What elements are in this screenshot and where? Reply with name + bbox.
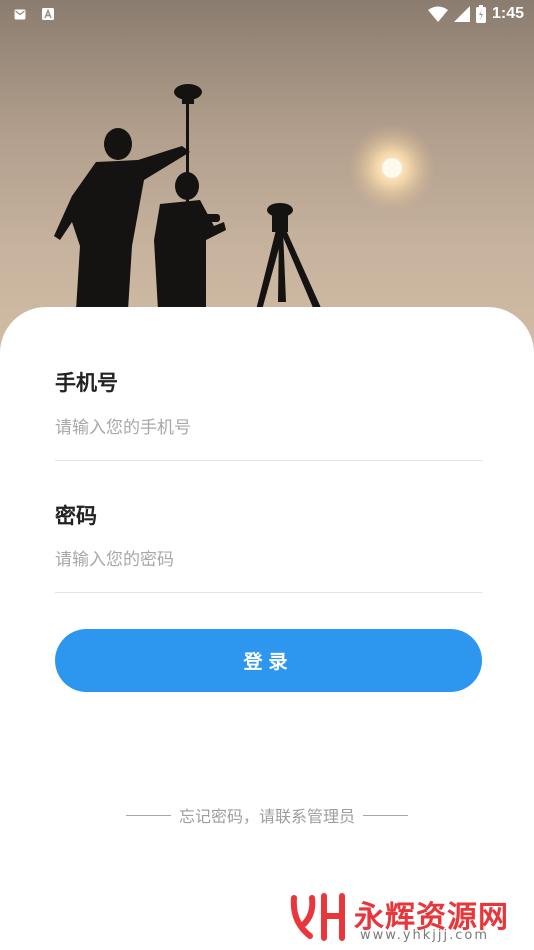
divider-left bbox=[125, 814, 171, 816]
login-button[interactable]: 登录 bbox=[55, 629, 482, 692]
status-time: 1:45 bbox=[491, 5, 524, 22]
phone-underline bbox=[55, 460, 482, 461]
watermark: 永辉资源网 www.yhkjjj.com bbox=[290, 890, 520, 946]
watermark-logo-icon bbox=[290, 893, 345, 941]
password-input[interactable] bbox=[55, 540, 482, 580]
surveyors-silhouette bbox=[54, 84, 436, 310]
password-label: 密码 bbox=[55, 504, 97, 528]
silhouettes bbox=[54, 84, 322, 310]
status-bar: 1:45 bbox=[0, 0, 534, 28]
forgot-password-text: 忘记密码，请联系管理员 bbox=[178, 807, 355, 826]
watermark-url: www.yhkjjj.com bbox=[360, 928, 490, 943]
hero-image bbox=[0, 0, 534, 360]
mail-icon bbox=[14, 9, 26, 19]
signal-icon bbox=[453, 6, 470, 22]
forgot-password[interactable]: 忘记密码，请联系管理员 bbox=[0, 803, 534, 827]
battery-icon bbox=[475, 5, 486, 23]
login-card: 手机号 密码 登录 忘记密码，请联系管理员 bbox=[0, 307, 534, 950]
divider-right bbox=[363, 814, 408, 816]
phone-input[interactable] bbox=[55, 408, 482, 448]
wifi-icon bbox=[427, 6, 448, 22]
a-icon bbox=[42, 8, 54, 20]
password-underline bbox=[55, 592, 482, 593]
phone-label: 手机号 bbox=[55, 371, 118, 395]
